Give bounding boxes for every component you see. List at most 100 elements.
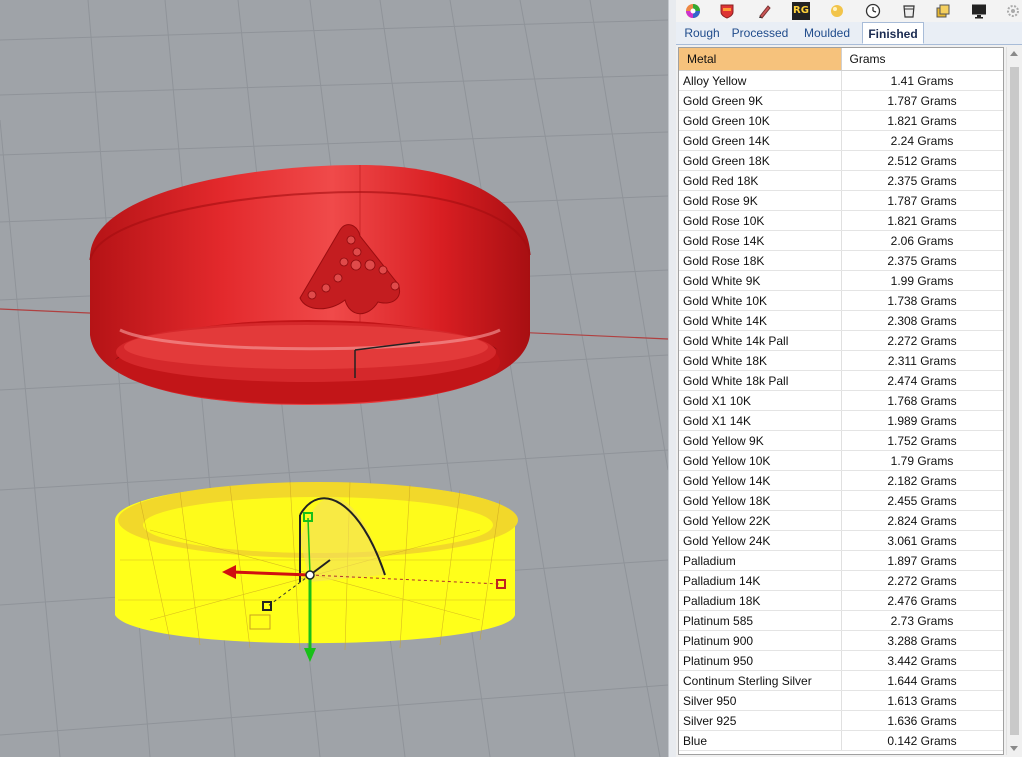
table-row[interactable]: Gold Yellow 9K 1.752 Grams	[679, 430, 1003, 451]
table-row[interactable]: Platinum 950 3.442 Grams	[679, 650, 1003, 671]
grams-cell: 3.061 Grams	[841, 530, 1003, 551]
metal-name-cell: Gold Rose 10K	[679, 210, 842, 231]
metal-name-cell: Gold Yellow 14K	[679, 470, 842, 491]
metal-name-cell: Gold Green 10K	[679, 110, 842, 131]
table-row[interactable]: Gold Rose 18K 2.375 Grams	[679, 250, 1003, 271]
table-row[interactable]: Gold Yellow 18K 2.455 Grams	[679, 490, 1003, 511]
metal-name-cell: Gold Yellow 10K	[679, 450, 842, 471]
bucket-icon[interactable]	[900, 2, 918, 20]
metal-name-cell: Gold Rose 9K	[679, 190, 842, 211]
table-row[interactable]: Palladium 1.897 Grams	[679, 550, 1003, 571]
table-row[interactable]: Gold Green 10K 1.821 Grams	[679, 110, 1003, 131]
layers-icon[interactable]	[934, 2, 952, 20]
metal-name-cell: Blue	[679, 730, 842, 751]
table-row[interactable]: Gold Yellow 10K 1.79 Grams	[679, 450, 1003, 471]
table-row[interactable]: Silver 950 1.613 Grams	[679, 690, 1003, 711]
grams-cell: 1.99 Grams	[841, 270, 1003, 291]
grams-cell: 1.897 Grams	[841, 550, 1003, 571]
grams-cell: 1.821 Grams	[841, 110, 1003, 131]
grams-cell: 2.272 Grams	[841, 330, 1003, 351]
grams-cell: 2.474 Grams	[841, 370, 1003, 391]
grams-cell: 2.182 Grams	[841, 470, 1003, 491]
panel-splitter[interactable]	[668, 0, 676, 757]
table-row[interactable]: Gold Green 18K 2.512 Grams	[679, 150, 1003, 171]
grams-cell: 2.311 Grams	[841, 350, 1003, 371]
grams-cell: 1.989 Grams	[841, 410, 1003, 431]
metal-name-cell: Gold White 10K	[679, 290, 842, 311]
table-row[interactable]: Gold White 18k Pall 2.474 Grams	[679, 370, 1003, 391]
table-row[interactable]: Gold Green 14K 2.24 Grams	[679, 130, 1003, 151]
scroll-down-icon[interactable]	[1010, 746, 1018, 751]
tab-finished[interactable]: Finished	[862, 22, 924, 44]
metal-name-cell: Gold Rose 14K	[679, 230, 842, 251]
column-header-grams[interactable]: Grams	[841, 48, 1003, 71]
color-wheel-icon[interactable]	[684, 2, 702, 20]
table-row[interactable]: Palladium 14K 2.272 Grams	[679, 570, 1003, 591]
tab-processed[interactable]: Processed	[728, 22, 792, 44]
metal-name-cell: Gold Green 14K	[679, 130, 842, 151]
table-row[interactable]: Palladium 18K 2.476 Grams	[679, 590, 1003, 611]
table-row[interactable]: Blue 0.142 Grams	[679, 730, 1003, 751]
table-row[interactable]: Platinum 900 3.288 Grams	[679, 630, 1003, 651]
clock-icon[interactable]	[864, 2, 882, 20]
table-row[interactable]: Gold White 10K 1.738 Grams	[679, 290, 1003, 311]
grams-cell: 3.288 Grams	[841, 630, 1003, 651]
metal-name-cell: Gold White 18k Pall	[679, 370, 842, 391]
viewport-canvas[interactable]	[0, 0, 668, 757]
tab-rough[interactable]: Rough	[676, 22, 728, 44]
weight-panel: RG Rough Processed Moulded Finished Meta…	[676, 0, 1022, 757]
table-row[interactable]: Continum Sterling Silver 1.644 Grams	[679, 670, 1003, 691]
vertical-scrollbar[interactable]	[1006, 47, 1022, 755]
table-row[interactable]: Gold X1 10K 1.768 Grams	[679, 390, 1003, 411]
table-row[interactable]: Gold White 18K 2.311 Grams	[679, 350, 1003, 371]
table-row[interactable]: Alloy Yellow 1.41 Grams	[679, 70, 1003, 91]
table-row[interactable]: Silver 925 1.636 Grams	[679, 710, 1003, 731]
grams-cell: 2.512 Grams	[841, 150, 1003, 171]
metal-name-cell: Gold Yellow 24K	[679, 530, 842, 551]
shield-icon[interactable]	[718, 2, 736, 20]
rg-icon[interactable]: RG	[792, 2, 810, 20]
grams-cell: 1.787 Grams	[841, 190, 1003, 211]
table-row[interactable]: Gold White 14k Pall 2.272 Grams	[679, 330, 1003, 351]
metal-name-cell: Platinum 585	[679, 610, 842, 631]
grams-cell: 1.752 Grams	[841, 430, 1003, 451]
scroll-up-icon[interactable]	[1010, 51, 1018, 56]
metal-name-cell: Gold Yellow 22K	[679, 510, 842, 531]
grams-cell: 2.308 Grams	[841, 310, 1003, 331]
table-row[interactable]: Platinum 585 2.73 Grams	[679, 610, 1003, 631]
table-row[interactable]: Gold White 9K 1.99 Grams	[679, 270, 1003, 291]
monitor-icon[interactable]	[970, 2, 988, 20]
table-row[interactable]: Gold White 14K 2.308 Grams	[679, 310, 1003, 331]
grams-cell: 2.24 Grams	[841, 130, 1003, 151]
grams-cell: 2.824 Grams	[841, 510, 1003, 531]
table-row[interactable]: Gold Yellow 14K 2.182 Grams	[679, 470, 1003, 491]
table-row[interactable]: Gold Rose 9K 1.787 Grams	[679, 190, 1003, 211]
scrollbar-thumb[interactable]	[1010, 67, 1019, 735]
metal-name-cell: Alloy Yellow	[679, 70, 842, 91]
tab-moulded[interactable]: Moulded	[796, 22, 858, 44]
pen-icon[interactable]	[756, 2, 774, 20]
sphere-icon[interactable]	[828, 2, 846, 20]
metal-weights-table: Metal Grams Alloy Yellow 1.41 Grams Gold G…	[678, 47, 1004, 755]
table-row[interactable]: Gold Yellow 24K 3.061 Grams	[679, 530, 1003, 551]
metal-name-cell: Gold Green 9K	[679, 90, 842, 111]
viewport-3d[interactable]	[0, 0, 668, 757]
grams-cell: 1.613 Grams	[841, 690, 1003, 711]
metal-name-cell: Platinum 950	[679, 650, 842, 671]
table-row[interactable]: Gold X1 14K 1.989 Grams	[679, 410, 1003, 431]
ring-wireframe[interactable]	[115, 481, 518, 651]
metal-name-cell: Gold White 14K	[679, 310, 842, 331]
metal-name-cell: Gold Yellow 9K	[679, 430, 842, 451]
metal-name-cell: Gold White 9K	[679, 270, 842, 291]
grams-cell: 1.738 Grams	[841, 290, 1003, 311]
column-header-metal[interactable]: Metal	[679, 48, 842, 71]
table-row[interactable]: Gold Green 9K 1.787 Grams	[679, 90, 1003, 111]
ring-render[interactable]	[89, 165, 531, 405]
grams-cell: 2.73 Grams	[841, 610, 1003, 631]
metal-name-cell: Palladium	[679, 550, 842, 571]
table-row[interactable]: Gold Rose 14K 2.06 Grams	[679, 230, 1003, 251]
table-row[interactable]: Gold Yellow 22K 2.824 Grams	[679, 510, 1003, 531]
table-row[interactable]: Gold Rose 10K 1.821 Grams	[679, 210, 1003, 231]
table-row[interactable]: Gold Red 18K 2.375 Grams	[679, 170, 1003, 191]
settings-icon[interactable]	[1004, 2, 1022, 20]
